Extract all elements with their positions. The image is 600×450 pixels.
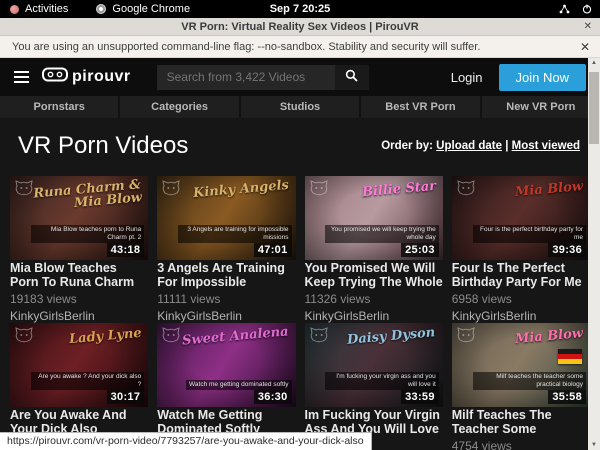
duration-badge: 30:17 <box>107 390 145 404</box>
video-card: Sweet Analena Watch me getting dominated… <box>157 323 295 450</box>
studio-cat-mask-icon <box>310 180 328 201</box>
brand-name: pirouvr <box>72 68 131 86</box>
warning-message: You are using an unsupported command-lin… <box>0 41 480 53</box>
search-icon <box>345 69 358 85</box>
video-card: Lady Lyne Are you awake ? And your dick … <box>10 323 148 450</box>
view-count: 11111 views <box>157 293 295 305</box>
view-count: 4754 views <box>452 440 590 450</box>
studio-cat-mask-icon <box>457 327 475 348</box>
video-card: Runa Charm & Mia Blow Mia Blow teaches p… <box>10 176 148 323</box>
video-thumbnail[interactable]: Billie Star You promised we will keep tr… <box>305 176 443 260</box>
studio-link[interactable]: KinkyGirlsBerlin <box>452 310 590 323</box>
network-icon[interactable] <box>559 4 570 14</box>
thumbnail-caption: You promised we will keep trying the who… <box>325 225 438 243</box>
video-thumbnail[interactable]: Mia Blow Milf teaches the teacher some p… <box>452 323 590 407</box>
view-count: 19183 views <box>10 293 148 305</box>
search-input[interactable] <box>157 65 335 90</box>
video-title-link[interactable]: Mia Blow Teaches Porn To Runa Charm Pt 2 <box>10 262 148 289</box>
video-thumbnail[interactable]: Kinky Angels 3 Angels are training for i… <box>157 176 295 260</box>
window-title: VR Porn: Virtual Reality Sex Videos | Pi… <box>181 21 418 33</box>
nav-item-best-vr-porn[interactable]: Best VR Porn <box>361 96 481 118</box>
vertical-scrollbar[interactable]: ▲ ▼ <box>588 58 600 450</box>
video-card: Daisy Dyson I'm fucking your virgin ass … <box>305 323 443 450</box>
studio-link[interactable]: KinkyGirlsBerlin <box>157 310 295 323</box>
join-now-button[interactable]: Join Now <box>499 64 586 91</box>
hamburger-menu-icon[interactable] <box>14 71 29 83</box>
chrome-warning-bar: You are using an unsupported command-lin… <box>0 36 600 58</box>
studio-cat-mask-icon <box>15 327 33 348</box>
nav-item-studios[interactable]: Studios <box>241 96 361 118</box>
video-card: Billie Star You promised we will keep tr… <box>305 176 443 323</box>
main-nav: PornstarsCategoriesStudiosBest VR PornNe… <box>0 96 600 118</box>
browser-title-bar: VR Porn: Virtual Reality Sex Videos | Pi… <box>0 18 600 36</box>
web-viewport: pirouvr Login Join Now PornstarsCategori… <box>0 58 600 450</box>
duration-badge: 36:30 <box>254 390 292 404</box>
vr-goggles-icon <box>42 67 68 87</box>
studio-cat-mask-icon <box>162 327 180 348</box>
video-card: Mia Blow Milf teaches the teacher some p… <box>452 323 590 450</box>
thumbnail-caption: Mia Blow teaches porn to Runa Charm pt. … <box>31 225 144 243</box>
video-thumbnail[interactable]: Lady Lyne Are you awake ? And your dick … <box>10 323 148 407</box>
video-grid: Runa Charm & Mia Blow Mia Blow teaches p… <box>10 176 590 450</box>
status-url-bar: https://pirouvr.com/vr-porn-video/779325… <box>0 432 372 450</box>
search-bar <box>157 65 369 90</box>
duration-badge: 25:03 <box>401 243 439 257</box>
view-count: 6958 views <box>452 293 590 305</box>
view-count: 11326 views <box>305 293 443 305</box>
video-title-link[interactable]: You Promised We Will Keep Trying The Who… <box>305 262 443 289</box>
scrollbar-thumb[interactable] <box>589 72 599 144</box>
studio-link[interactable]: KinkyGirlsBerlin <box>305 310 443 323</box>
power-icon[interactable] <box>582 4 592 14</box>
thumbnail-caption: Are you awake ? And your dick also ? <box>31 372 144 390</box>
nav-item-categories[interactable]: Categories <box>120 96 240 118</box>
order-upload-date-link[interactable]: Upload date <box>436 140 502 152</box>
nav-item-pornstars[interactable]: Pornstars <box>0 96 120 118</box>
studio-link[interactable]: KinkyGirlsBerlin <box>10 310 148 323</box>
search-button[interactable] <box>335 65 369 90</box>
duration-badge: 47:01 <box>254 243 292 257</box>
nav-item-new-vr-porn[interactable]: New VR Porn <box>482 96 600 118</box>
video-thumbnail[interactable]: Runa Charm & Mia Blow Mia Blow teaches p… <box>10 176 148 260</box>
order-separator: | <box>505 140 508 152</box>
login-link[interactable]: Login <box>451 70 483 85</box>
thumbnail-caption: Four is the perfect birthday party for m… <box>473 225 586 243</box>
studio-cat-mask-icon <box>457 180 475 201</box>
video-title-link[interactable]: 3 Angels Are Training For Impossible Mis… <box>157 262 295 289</box>
duration-badge: 39:36 <box>548 243 586 257</box>
video-title-link[interactable]: Milf Teaches The Teacher Some Practical … <box>452 409 590 436</box>
video-title-link[interactable]: Four Is The Perfect Birthday Party For M… <box>452 262 590 289</box>
order-most-viewed-link[interactable]: Most viewed <box>512 140 580 152</box>
studio-cat-mask-icon <box>310 327 328 348</box>
duration-badge: 43:18 <box>107 243 145 257</box>
studio-cat-mask-icon <box>162 180 180 201</box>
thumbnail-caption: Milf teaches the teacher some practical … <box>473 372 586 390</box>
thumbnail-caption: Watch me getting dominated softly <box>186 380 291 390</box>
duration-badge: 35:58 <box>548 390 586 404</box>
site-header: pirouvr Login Join Now <box>0 58 600 96</box>
video-card: Mia Blow Four is the perfect birthday pa… <box>452 176 590 323</box>
page-title: VR Porn Videos <box>18 132 188 160</box>
order-by: Order by: Upload date | Most viewed <box>381 140 580 152</box>
thumbnail-caption: 3 Angels are training for impossible mis… <box>178 225 291 243</box>
duration-badge: 33:59 <box>401 390 439 404</box>
video-thumbnail[interactable]: Daisy Dyson I'm fucking your virgin ass … <box>305 323 443 407</box>
thumbnail-caption: I'm fucking your virgin ass and you will… <box>325 372 438 390</box>
window-close-icon[interactable]: ✕ <box>584 21 592 32</box>
order-by-label: Order by: <box>381 140 433 152</box>
scroll-down-icon[interactable]: ▼ <box>588 442 600 448</box>
scroll-up-icon[interactable]: ▲ <box>588 60 600 66</box>
video-thumbnail[interactable]: Mia Blow Four is the perfect birthday pa… <box>452 176 590 260</box>
warning-close-icon[interactable]: ✕ <box>580 40 590 54</box>
video-thumbnail[interactable]: Sweet Analena Watch me getting dominated… <box>157 323 295 407</box>
german-flag-icon <box>558 349 582 364</box>
clock[interactable]: Sep 7 20:25 <box>0 3 600 15</box>
site-logo[interactable]: pirouvr <box>42 67 131 87</box>
system-top-bar: Activities Google Chrome Sep 7 20:25 <box>0 0 600 18</box>
video-card: Kinky Angels 3 Angels are training for i… <box>157 176 295 323</box>
